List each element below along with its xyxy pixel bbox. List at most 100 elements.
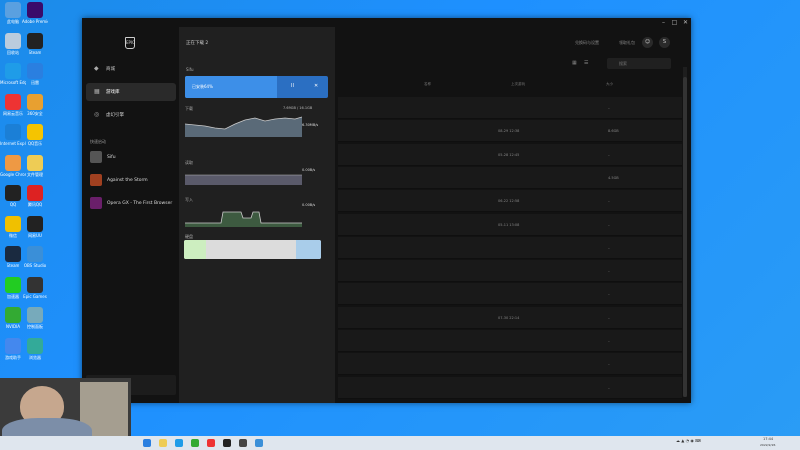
nav-library[interactable]: ▦ 游戏库 <box>86 83 176 101</box>
app-icon <box>5 63 21 79</box>
tag-icon: ◆ <box>94 65 99 72</box>
cancel-icon[interactable]: ✕ <box>314 83 318 89</box>
cell-size: – <box>608 245 610 250</box>
disk-usage-bar <box>184 240 321 259</box>
desktop-icon-label: 网易UU <box>28 232 42 238</box>
table-row[interactable]: 08-29 12:38 8.6GB <box>338 120 682 143</box>
table-row[interactable]: 05-11 13:08 – <box>338 213 682 236</box>
app-icon <box>5 307 21 323</box>
taskbar-app[interactable] <box>159 439 167 447</box>
app-icon <box>5 154 21 171</box>
cell-played: 05-11 13:08 <box>498 222 520 227</box>
table-row[interactable]: – <box>338 353 682 376</box>
taskbar-app[interactable] <box>175 439 183 447</box>
top-link-redeem[interactable]: 兑换码与设置 <box>575 40 599 46</box>
column-size[interactable]: 大小 <box>606 82 613 87</box>
desktop-icon-label: 浏览器 <box>29 354 41 360</box>
game-thumbnail <box>90 174 102 186</box>
table-row[interactable]: – <box>338 97 682 119</box>
downloads-title: 正在下载 2 <box>186 41 209 46</box>
list-view-icon[interactable]: ☰ <box>584 60 588 66</box>
desktop-icon-label: 此电脑 <box>7 19 19 24</box>
cell-size: – <box>608 292 610 297</box>
desktop-icon-label: Steam <box>6 263 20 268</box>
clock-time[interactable]: 17:44 <box>763 437 773 441</box>
app-icon <box>27 337 43 354</box>
app-icon <box>5 32 21 49</box>
taskbar-app[interactable] <box>191 439 199 447</box>
desktop-icon-label: 腾讯QQ <box>27 202 43 207</box>
epic-logo[interactable]: EPIC <box>125 37 135 49</box>
nav-store[interactable]: ◆ 商城 <box>86 60 176 78</box>
desktop-icon[interactable]: Adobe Premiere <box>22 2 48 24</box>
cell-size: 8.6GB <box>608 129 619 134</box>
desktop-icon-label: QQ <box>9 202 17 207</box>
cell-size: – <box>608 315 610 320</box>
unreal-icon: ◎ <box>94 111 100 118</box>
app-icon <box>5 2 21 18</box>
table-row[interactable]: 07-30 22:14 – <box>338 306 682 329</box>
table-row[interactable]: 05-28 12:45 – <box>338 143 682 166</box>
table-row[interactable]: – <box>338 260 682 283</box>
desktop-icon[interactable]: OBS Studio <box>22 246 48 268</box>
desktop-icon[interactable]: 控制面板 <box>22 307 48 329</box>
taskbar-app[interactable] <box>143 439 151 447</box>
game-thumbnail <box>90 151 102 163</box>
desktop-icon[interactable]: 网易UU <box>22 215 48 238</box>
column-name[interactable]: 名称 <box>424 82 431 87</box>
clock-date[interactable]: 2022/2/26 <box>760 443 775 447</box>
scrollbar[interactable] <box>683 67 687 397</box>
favorite-opera-gx[interactable]: Opera GX - The First Browser <box>90 196 172 210</box>
game-thumbnail <box>90 197 102 209</box>
epic-launcher-window: – □ ✕ EPIC ◆ 商城 ▦ 游戏库 ◎ 虚幻引擎 快速启动 Sifu A… <box>82 18 691 403</box>
pause-icon[interactable]: II <box>291 83 294 89</box>
scrollbar-thumb[interactable] <box>683 77 687 397</box>
table-row[interactable]: 4.5GB <box>338 166 682 189</box>
profile-icon[interactable]: S <box>659 37 670 48</box>
desktop-icon[interactable]: Epic Games <box>22 276 48 299</box>
table-row[interactable]: – <box>338 376 682 399</box>
favorite-sifu[interactable]: Sifu <box>90 150 116 164</box>
favorites-label: 快速启动 <box>90 139 106 144</box>
cell-size: – <box>608 222 610 227</box>
taskbar: ☁ ▲ ◔ ◉ ⌨ 17:44 2022/2/26 <box>0 436 800 450</box>
app-icon <box>27 2 43 18</box>
taskbar-app[interactable] <box>239 439 247 447</box>
table-row[interactable]: – <box>338 330 682 352</box>
cell-size: – <box>608 339 610 343</box>
desktop-icon[interactable]: 360安全 <box>22 93 48 116</box>
desktop-icon[interactable]: Steam <box>22 32 48 55</box>
taskbar-app[interactable] <box>207 439 215 447</box>
top-link-gift[interactable]: 领取礼包 <box>619 40 635 46</box>
downloads-panel: 正在下载 2 Sifu 已安装64% II ✕ 下载 7.69GB / 16.1… <box>179 27 335 403</box>
app-icon <box>5 215 21 232</box>
read-rate: 0.00B/s <box>302 168 316 172</box>
download-rate-graph <box>185 116 302 137</box>
desktop-icon[interactable]: 腾讯QQ <box>22 185 48 207</box>
app-icon <box>27 154 43 171</box>
app-icon <box>5 246 21 262</box>
favorite-label: Sifu <box>107 154 116 160</box>
favorite-label: Against the Storm <box>107 177 148 183</box>
friends-icon[interactable]: ☺ <box>642 37 653 48</box>
column-last-played[interactable]: 上次游玩 <box>511 82 525 87</box>
favorite-against-the-storm[interactable]: Against the Storm <box>90 173 148 187</box>
desktop-icon[interactable]: QQ音乐 <box>22 124 48 146</box>
table-row[interactable]: 06-22 12:58 – <box>338 190 682 213</box>
taskbar-app[interactable] <box>255 439 263 447</box>
desktop-icon[interactable]: 文件管理 <box>22 154 48 177</box>
cell-size: 4.5GB <box>608 175 619 180</box>
cell-size: – <box>608 106 610 110</box>
desktop-icon[interactable]: 浏览器 <box>22 337 48 360</box>
grid-view-icon[interactable]: ▦ <box>572 60 577 66</box>
table-row[interactable]: – <box>338 236 682 259</box>
taskbar-app[interactable] <box>223 439 231 447</box>
disk-segment <box>184 240 206 259</box>
desktop-icon[interactable]: 迅雷 <box>22 63 48 85</box>
cell-played: 07-30 22:14 <box>498 315 520 320</box>
nav-unreal[interactable]: ◎ 虚幻引擎 <box>86 106 176 124</box>
search-input[interactable]: 搜索 <box>607 58 671 69</box>
disk-write-graph <box>185 211 302 227</box>
tray-icons[interactable]: ☁ ▲ ◔ ◉ ⌨ <box>676 438 701 443</box>
table-row[interactable]: – <box>338 283 682 306</box>
